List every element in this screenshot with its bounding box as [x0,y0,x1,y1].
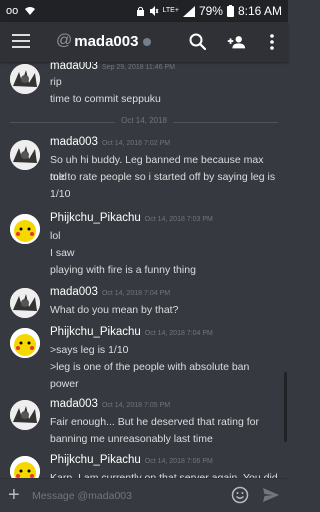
avatar[interactable] [10,288,40,318]
wifi-icon [25,7,36,15]
message-timestamp: Oct 14, 2018 7:04 PM [144,330,213,337]
app-bar: @ mada003 [0,22,288,62]
message-text: me to rate people so i started off by sa… [50,171,276,183]
message-timestamp: Oct 14, 2018 7:03 PM [144,216,213,223]
message-author[interactable]: Phijkchu_Pikachu Oct 14, 2018 7:04 PM [50,326,213,338]
message-author[interactable]: mada003 Oct 14, 2018 7:04 PM [50,286,170,298]
message-author[interactable]: mada003 Oct 14, 2018 7:02 PM [50,136,170,148]
date-divider-label: Oct 14, 2018 [115,116,173,125]
message-text: >says leg is 1/10 [50,344,129,356]
channel-title[interactable]: @ mada003 [56,32,152,50]
message-text: Fair enough... But he deserved that rati… [50,416,259,428]
avatar[interactable] [10,456,40,478]
voicemail-icon: ᴏᴏ [6,5,19,17]
battery-icon [226,5,234,17]
add-user-icon[interactable] [226,32,246,52]
message-text: I saw [50,247,75,259]
message-text: playing with fire is a funny thing [50,264,196,276]
message-timestamp: Oct 14, 2018 7:04 PM [101,290,171,297]
message-text: banning me unreasonably last time [50,433,213,445]
message-input[interactable] [32,486,222,506]
emoji-icon[interactable] [231,486,249,504]
message-author[interactable]: Phijkchu_Pikachu Oct 14, 2018 7:03 PM [50,212,213,224]
search-icon[interactable] [188,32,208,52]
message-list[interactable]: mada003 Sep 29, 2018 11:46 PM rip time to… [0,62,288,478]
channel-name: mada003 [74,32,139,50]
message-text: power [50,378,79,390]
notification-lock-icon [136,6,144,16]
message-timestamp: Oct 14, 2018 7:06 PM [144,458,213,465]
message-author[interactable]: mada003 Oct 14, 2018 7:05 PM [50,398,170,410]
message-text: time to commit seppuku [50,93,161,105]
plus-icon[interactable]: + [8,485,28,505]
avatar[interactable] [10,64,40,94]
message-author[interactable]: Phijkchu_Pikachu Oct 14, 2018 7:06 PM [50,454,213,466]
message-text: What do you mean by that? [50,304,179,316]
date-divider: Oct 14, 2018 [10,116,278,128]
avatar[interactable] [10,214,40,244]
battery-percent: 79% [198,4,223,18]
message-text: lol [50,230,61,242]
status-bar: ᴏᴏ LTE+ 79% 8:16 AM [0,0,288,22]
avatar[interactable] [10,328,40,358]
presence-status-icon [143,38,152,46]
avatar[interactable] [10,400,40,430]
scrollbar[interactable] [284,372,287,442]
message-timestamp: Sep 29, 2018 11:46 PM [101,64,176,71]
message-text: 1/10 [50,188,71,200]
network-type: LTE+ [162,7,179,14]
signal-icon [182,5,195,17]
send-icon[interactable] [262,486,280,504]
message-timestamp: Oct 14, 2018 7:05 PM [101,402,171,409]
message-timestamp: Oct 14, 2018 7:02 PM [101,140,171,147]
hamburger-icon[interactable] [12,34,30,50]
mute-icon [149,6,158,16]
message-text: Karp, I am currently on that server agai… [50,472,278,478]
message-text: >leg is one of the people with absolute … [50,361,250,373]
clock: 8:16 AM [237,4,282,18]
message-composer: + [0,478,288,512]
at-symbol: @ [56,32,73,49]
message-text: rip [50,76,62,88]
avatar[interactable] [10,140,40,170]
message-author[interactable]: mada003 Sep 29, 2018 11:46 PM [50,62,175,72]
more-vertical-icon[interactable] [262,32,282,52]
